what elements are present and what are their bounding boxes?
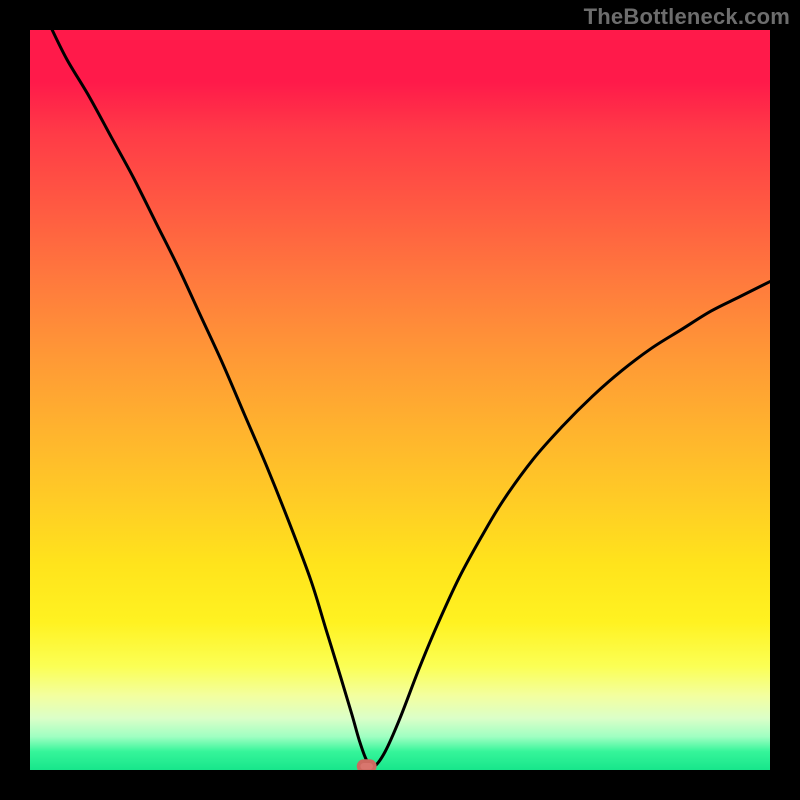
curve-svg [30,30,770,770]
bottleneck-curve [52,30,770,767]
chart-frame: TheBottleneck.com [0,0,800,800]
plot-area [30,30,770,770]
watermark-text: TheBottleneck.com [584,4,790,30]
minimum-marker [359,761,375,770]
